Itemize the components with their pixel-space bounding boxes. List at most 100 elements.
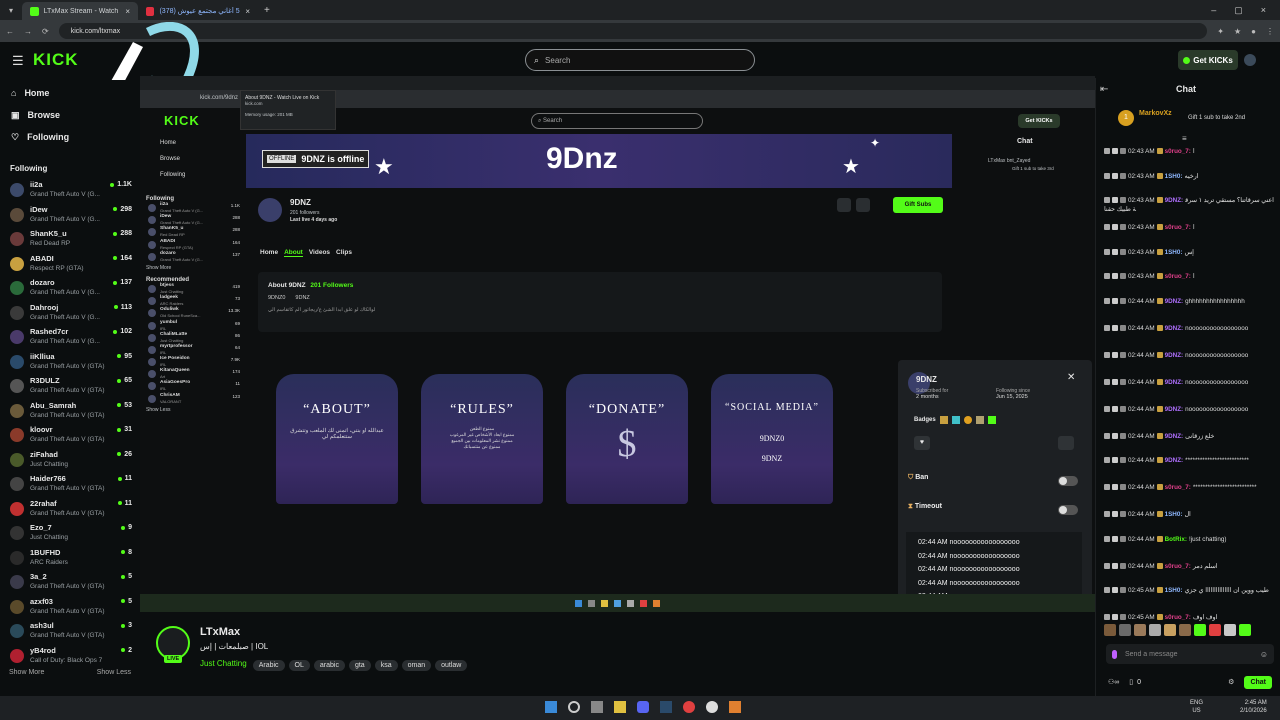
chat-message[interactable]: 02:44 AM BotRix: !just chatting): [1096, 532, 1280, 559]
chat-message[interactable]: 02:43 AM s0ruo_7: ا: [1096, 144, 1280, 169]
store-icon[interactable]: [591, 701, 603, 713]
following-item[interactable]: kloovr Grand Theft Auto V (GTA) 31: [0, 423, 140, 448]
chat-message[interactable]: 02:44 AM 9DNZ: nooooooooooooooooo: [1096, 321, 1280, 348]
system-clock[interactable]: 2:45 AM 2/10/2026: [1240, 699, 1267, 715]
maximize-icon[interactable]: ▢: [1234, 5, 1243, 16]
chat-username[interactable]: BotRix:: [1165, 536, 1187, 543]
emote-icon[interactable]: [1119, 624, 1131, 636]
following-item[interactable]: 22rahaf Grand Theft Auto V (GTA) 11: [0, 497, 140, 522]
emote-icon[interactable]: [1224, 624, 1236, 636]
browser-tab[interactable]: (378) أعظم 5 أغاني مجتمع عيوش ×: [138, 2, 258, 20]
following-item[interactable]: 1BUFHD ARC Raiders 8: [0, 546, 140, 571]
chat-message[interactable]: 02:44 AM s0ruo_7: اسلم دمر: [1096, 559, 1280, 584]
nav-following[interactable]: ♡ Following: [0, 126, 140, 148]
tab-close-icon[interactable]: ×: [245, 7, 250, 16]
chat-username[interactable]: 9DNZ:: [1165, 298, 1184, 305]
extension-icon[interactable]: ✦: [1217, 27, 1224, 36]
chat-message[interactable]: 02:44 AM 9DNZ: خلع زرقانی: [1096, 429, 1280, 454]
emote-icon[interactable]: [1104, 624, 1116, 636]
chat-message[interactable]: 02:45 AM s0ruo_7: اوف اوف: [1096, 610, 1280, 624]
chat-username[interactable]: 1SH0:: [1165, 173, 1183, 180]
chrome-icon[interactable]: [683, 701, 695, 713]
kicks-icon[interactable]: ⚇∞: [1108, 678, 1119, 686]
chat-input[interactable]: Send a message ☺: [1106, 644, 1274, 664]
following-item[interactable]: ziFahad Just Chatting 26: [0, 448, 140, 473]
chat-username[interactable]: 9DNZ:: [1165, 352, 1184, 359]
following-item[interactable]: Rashed7cr Grand Theft Auto V (G... 102: [0, 325, 140, 350]
emote-icon[interactable]: [1239, 624, 1251, 636]
stream-tag[interactable]: Arabic: [252, 660, 285, 671]
get-kicks-button[interactable]: Get KICKs: [1178, 50, 1238, 70]
chat-username[interactable]: s0ruo_7:: [1165, 614, 1191, 621]
following-item[interactable]: R3DULZ Grand Theft Auto V (GTA) 65: [0, 374, 140, 399]
show-less-link[interactable]: Show Less: [97, 669, 131, 676]
keyboard-lang[interactable]: ENG US: [1190, 699, 1203, 715]
chat-username[interactable]: 9DNZ:: [1165, 379, 1184, 386]
emote-icon[interactable]: [1164, 624, 1176, 636]
tab-menu-icon[interactable]: ▾: [4, 3, 18, 17]
collapse-chat-icon[interactable]: ⇤: [1100, 84, 1108, 95]
following-item[interactable]: iDew Grand Theft Auto V (G... 298: [0, 203, 140, 228]
bookmark-star-icon[interactable]: ★: [1234, 27, 1241, 36]
chat-username[interactable]: 9DNZ:: [1165, 197, 1184, 204]
chat-message[interactable]: 02:43 AM 1SH0: ارخيه: [1096, 169, 1280, 194]
reload-icon[interactable]: ⟳: [42, 27, 49, 36]
close-window-icon[interactable]: ×: [1261, 5, 1266, 16]
chat-message[interactable]: 02:45 AM 1SH0: طيب ووين ان ااااااااااااااا…: [1096, 583, 1280, 610]
back-icon[interactable]: ←: [6, 27, 14, 36]
discord-icon[interactable]: [637, 701, 649, 713]
chat-message[interactable]: 02:43 AM s0ruo_7: ا: [1096, 269, 1280, 294]
stream-tag[interactable]: oman: [401, 660, 432, 671]
emote-icon[interactable]: [1209, 624, 1221, 636]
following-item[interactable]: dozaro Grand Theft Auto V (G... 137: [0, 276, 140, 301]
emoji-icon[interactable]: ☺: [1260, 650, 1268, 659]
address-bar[interactable]: kick.com/ltxmax: [58, 23, 1208, 39]
following-item[interactable]: iiKlliua Grand Theft Auto V (GTA) 95: [0, 350, 140, 375]
streamer-avatar[interactable]: LIVE: [156, 626, 190, 663]
chat-username[interactable]: s0ruo_7:: [1165, 273, 1191, 280]
chat-username[interactable]: s0ruo_7:: [1165, 563, 1191, 570]
chat-username[interactable]: 9DNZ:: [1165, 433, 1184, 440]
following-item[interactable]: ABADI Respect RP (GTA) 164: [0, 252, 140, 277]
chat-username[interactable]: s0ruo_7:: [1165, 484, 1191, 491]
app-icon[interactable]: [729, 701, 741, 713]
stream-tag[interactable]: OL: [288, 660, 310, 671]
folder-icon[interactable]: [614, 701, 626, 713]
emote-icon[interactable]: [1149, 624, 1161, 636]
forward-icon[interactable]: →: [24, 27, 32, 36]
following-item[interactable]: 3a_2 Grand Theft Auto V (GTA) 5: [0, 570, 140, 595]
chat-message[interactable]: 02:44 AM 9DNZ: nooooooooooooooooo: [1096, 375, 1280, 402]
chat-username[interactable]: 1SH0:: [1165, 587, 1183, 594]
video-player[interactable]: kick.com/9dnz About 9DNZ - Watch Live on…: [140, 76, 1095, 612]
chat-message[interactable]: 02:44 AM 1SH0: ال: [1096, 507, 1280, 532]
chat-message[interactable]: 02:44 AM 9DNZ: nooooooooooooooooo: [1096, 402, 1280, 429]
following-item[interactable]: Dahrooj Grand Theft Auto V (G... 113: [0, 301, 140, 326]
streamer-name[interactable]: LTxMax: [200, 626, 240, 638]
chat-message[interactable]: 02:44 AM 9DNZ: nooooooooooooooooo: [1096, 348, 1280, 375]
following-item[interactable]: Abu_Samrah Grand Theft Auto V (GTA) 53: [0, 399, 140, 424]
following-item[interactable]: Haider766 Grand Theft Auto V (GTA) 11: [0, 472, 140, 497]
chat-message[interactable]: 02:44 AM 9DNZ: **************************: [1096, 453, 1280, 480]
windows-start-icon[interactable]: [545, 701, 557, 713]
show-more-link[interactable]: Show More: [9, 669, 44, 676]
kick-logo[interactable]: KICK: [33, 50, 79, 70]
steam-icon[interactable]: [660, 701, 672, 713]
following-item[interactable]: azxf03 Grand Theft Auto V (GTA) 5: [0, 595, 140, 620]
hamburger-menu-icon[interactable]: ☰: [12, 53, 24, 69]
following-item[interactable]: ii2a Grand Theft Auto V (G... 1.1K: [0, 178, 140, 203]
stream-category[interactable]: Just Chatting: [200, 659, 247, 668]
profile-icon[interactable]: ●: [1251, 27, 1256, 36]
user-avatar[interactable]: [1244, 54, 1256, 66]
chat-username[interactable]: 9DNZ:: [1165, 457, 1184, 464]
chat-message[interactable]: 02:43 AM 9DNZ: اعني سرقاتنا؟ مستقي تريد ١ …: [1096, 193, 1280, 220]
stream-tag[interactable]: outlaw: [435, 660, 468, 671]
chat-message[interactable]: 02:43 AM 1SH0: إس: [1096, 245, 1280, 270]
stream-tag[interactable]: ksa: [374, 660, 398, 671]
chat-username[interactable]: 9DNZ:: [1165, 325, 1184, 332]
browser-tab-active[interactable]: LTxMax Stream - Watch Live on ×: [22, 2, 138, 20]
following-item[interactable]: Ezo_7 Just Chatting 9: [0, 521, 140, 546]
chat-username[interactable]: 1SH0:: [1165, 511, 1183, 518]
obs-icon[interactable]: [706, 701, 718, 713]
chat-message[interactable]: 02:44 AM 9DNZ: ghhhhhhhhhhhhhhhh: [1096, 294, 1280, 321]
settings-icon[interactable]: ⚙: [1228, 678, 1234, 686]
